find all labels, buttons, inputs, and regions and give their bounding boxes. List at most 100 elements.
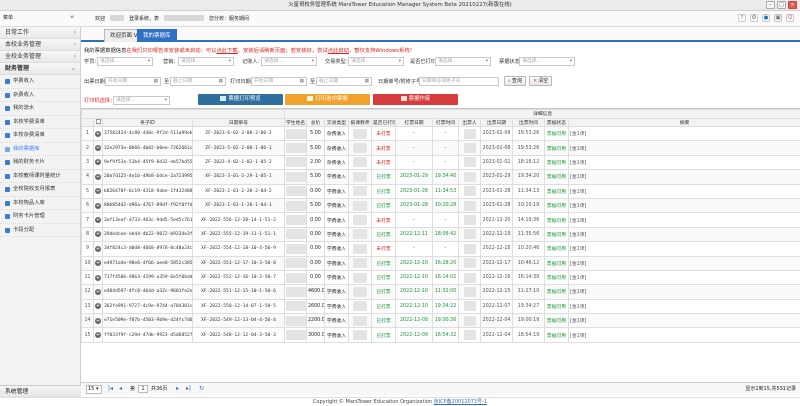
expand-row-icon[interactable]: + [95, 332, 101, 339]
refresh-icon[interactable]: ↻ [199, 385, 204, 392]
issue-start-date[interactable]: 开始日期 ▦ [105, 77, 161, 86]
table-row[interactable]: 2 +32e2973e-0b66-4b82-b0ee-7262661ca41bZF… [81, 140, 800, 156]
sidebar-item[interactable]: 我的票据库 [0, 143, 80, 156]
page-number-input[interactable]: 1 [138, 385, 148, 393]
printed-select[interactable]: 请选择... ▾ [435, 57, 491, 66]
sidebar-item[interactable]: 卡段分配 [0, 224, 80, 237]
maximize-button[interactable]: □ [777, 1, 786, 9]
sidebar-item[interactable]: 我的流水 [0, 102, 80, 116]
expand-row-icon[interactable]: + [95, 260, 101, 267]
icp-link[interactable]: 京ICP备20012073号-1 [434, 399, 487, 405]
row-checkbox-cell[interactable]: + [93, 212, 103, 228]
expand-row-icon[interactable]: + [95, 202, 101, 209]
sidebar-item[interactable]: 杂费收入 [0, 89, 80, 102]
table-row[interactable]: 9 +34f824c3-d0d8-4668-8978-0c48a24cd91fXF… [81, 241, 800, 257]
issue-end-date[interactable]: 截止日期 ▦ [170, 77, 226, 86]
close-button[interactable]: × [788, 1, 797, 9]
row-checkbox-cell[interactable]: + [93, 183, 103, 199]
sidebar-item[interactable]: 本校教师课时量统计 [0, 170, 80, 183]
print-selected-button[interactable]: 打印选中票据 [285, 94, 370, 105]
row-checkbox-cell[interactable]: + [93, 197, 103, 214]
print-start-date[interactable]: 开始日期 ▦ [251, 77, 307, 86]
sidebar-section-finance[interactable]: 财务管理 ⌄ [0, 63, 80, 75]
minimize-button[interactable]: – [766, 1, 775, 9]
page-size-select[interactable]: 15 ▾ [86, 385, 102, 394]
select-all-checkbox[interactable] [95, 119, 101, 125]
expand-row-icon[interactable]: + [95, 130, 101, 137]
row-checkbox-cell[interactable]: + [93, 298, 103, 315]
row-checkbox-cell[interactable]: + [93, 313, 103, 329]
bookkeeper-select[interactable]: 请选择... ▾ [261, 57, 317, 66]
prev-page-icon[interactable]: ◂ [119, 385, 122, 392]
row-checkbox-cell[interactable]: + [93, 154, 103, 171]
expand-row-icon[interactable]: + [95, 317, 101, 324]
download-link[interactable]: 点此下载 [216, 48, 237, 54]
expand-row-icon[interactable]: + [95, 231, 101, 238]
trade-type-select[interactable]: 请选择... ▾ [348, 57, 404, 66]
sidebar-section-daily[interactable]: 日常工作 › [0, 27, 80, 39]
row-checkbox-cell[interactable]: + [93, 140, 103, 156]
sidebar-item[interactable]: 本校学费清单 [0, 116, 80, 129]
expand-row-icon[interactable]: + [95, 145, 101, 152]
table-row[interactable]: 13 +362fe991-9727-4c9e-9744-a704301c7b74X… [81, 298, 800, 315]
expand-row-icon[interactable]: + [95, 173, 101, 180]
student-select[interactable]: 请选择... ▾ [97, 57, 153, 66]
next-page-icon[interactable]: ▸ [176, 385, 179, 392]
column-header[interactable] [93, 117, 103, 127]
sidebar-item[interactable]: 本校杂费清单 [0, 129, 80, 143]
sidebar-section-system[interactable]: 系统管理 [0, 385, 81, 397]
row-checkbox-cell[interactable]: + [93, 125, 103, 142]
lock-icon[interactable]: ▣ [774, 14, 782, 22]
table-row[interactable]: 15 +ff033f9f-c29d-47db-9923-d5d6852f2675X… [81, 327, 800, 343]
search-button[interactable]: ⌕查询 [504, 76, 526, 86]
table-row[interactable]: 11 +717f4506-98b3-4199-a359-6e5f06dd17eaX… [81, 269, 800, 286]
expand-row-icon[interactable]: + [95, 159, 101, 166]
start-link[interactable]: 点此启动 [328, 48, 349, 54]
expand-row-icon[interactable]: + [95, 217, 101, 224]
sidebar-item[interactable]: 财务卡片管理 [0, 210, 80, 224]
row-checkbox-cell[interactable]: + [93, 327, 103, 343]
row-checkbox-cell[interactable]: + [93, 255, 103, 271]
expand-row-icon[interactable]: + [95, 288, 101, 295]
status-select[interactable]: 请选择... ▾ [519, 57, 575, 66]
first-page-icon[interactable]: |◂ [108, 385, 113, 392]
collapse-menu-icon[interactable]: « [70, 13, 74, 21]
table-row[interactable]: 1 +37582424-4c80-448c-9f2d-511a99eb3aebZF… [81, 125, 800, 142]
help-icon[interactable]: ? [738, 14, 746, 22]
expand-row-icon[interactable]: + [95, 303, 101, 310]
row-checkbox-cell[interactable]: + [93, 226, 103, 243]
sidebar-item[interactable]: 本校物品入库 [0, 197, 80, 210]
row-checkbox-cell[interactable]: + [93, 284, 103, 300]
receipt-number-input[interactable]: 日期单号或修子号 [419, 77, 499, 86]
table-row[interactable]: 4 +20a7d125-4e1b-49b8-bdce-2a723995221dXF… [81, 169, 800, 185]
row-checkbox-cell[interactable]: + [93, 269, 103, 286]
expand-row-icon[interactable]: + [95, 274, 101, 281]
user-icon[interactable]: ● [762, 14, 770, 22]
sidebar-section-school[interactable]: 本校业务管理 › [0, 39, 80, 51]
printer-select[interactable]: 请选择... ▾ [113, 96, 170, 105]
power-icon[interactable]: ⏻ [786, 14, 794, 22]
table-row[interactable]: 10 +e4971a4e-98e6-4f66-aee0-5852c3855163X… [81, 255, 800, 271]
sidebar-section-all-schools[interactable]: 全校业务管理 › [0, 51, 80, 63]
row-checkbox-cell[interactable]: + [93, 169, 103, 185]
settings-icon[interactable]: ⚙ [750, 14, 758, 22]
table-row[interactable]: 3 +9ef9f53a-51b4-45f9-8d32-eb57bd55bea7ZF… [81, 154, 800, 171]
row-checkbox-cell[interactable]: + [93, 241, 103, 257]
table-row[interactable]: 7 +3af13eaf-d733-463c-9dd5-5ed5c7b1eb6eXF… [81, 212, 800, 228]
tab-my-receipts[interactable]: 我的票据库 [137, 29, 177, 42]
void-receipt-button[interactable]: 票据作废 [373, 94, 458, 105]
table-row[interactable]: 14 +e71e509e-f87b-4503-9b9e-d24fc7d647f7X… [81, 313, 800, 329]
sidebar-item[interactable]: 全校院收支月报表 [0, 183, 80, 197]
print-end-date[interactable]: 截止日期 ▦ [316, 77, 372, 86]
print-preview-button[interactable]: 票据打印预览 [198, 94, 283, 105]
sidebar-item[interactable]: 学费收入 [0, 75, 80, 89]
expand-row-icon[interactable]: + [95, 245, 101, 252]
table-row[interactable]: 8 +29dedcee-eb44-4b22-9072-b9234e3feaf19X… [81, 226, 800, 243]
table-row[interactable]: 5 +b826478f-6c19-4318-9abe-1f4324888d28XF… [81, 183, 800, 199]
table-row[interactable]: 6 +80b854d2-d96a-4767-89df-f92f0ffd7573XF… [81, 197, 800, 214]
clear-button[interactable]: ✕清空 [529, 76, 553, 86]
last-page-icon[interactable]: ▸| [186, 385, 191, 392]
sidebar-item[interactable]: 我的财务卡片 [0, 156, 80, 170]
expand-row-icon[interactable]: + [95, 188, 101, 195]
sales-select[interactable]: 请选择... ▾ [178, 57, 234, 66]
